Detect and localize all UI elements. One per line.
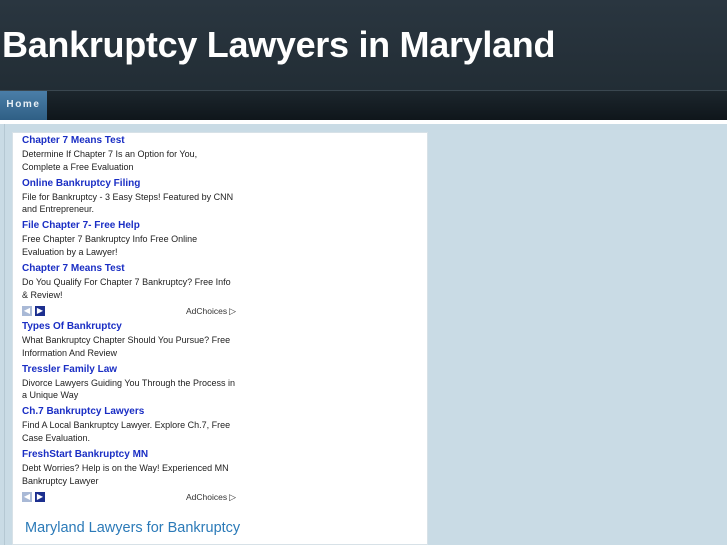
adchoices-icon: ▷ — [229, 491, 236, 502]
ad-footer: ◀ ▶ AdChoices ▷ — [22, 491, 236, 505]
adchoices-label: AdChoices — [185, 491, 228, 502]
adchoices-label: AdChoices — [185, 305, 228, 316]
ad-title-link[interactable]: Types Of Bankruptcy — [22, 320, 242, 333]
nav-item-home[interactable]: Home — [0, 91, 47, 120]
ad-description: Free Chapter 7 Bankruptcy Info Free Onli… — [22, 234, 198, 257]
ad-next-arrow-icon[interactable]: ▶ — [35, 491, 45, 502]
ad-title-link[interactable]: Chapter 7 Means Test — [22, 262, 242, 275]
ad-description: Find A Local Bankruptcy Lawyer. Explore … — [22, 420, 231, 443]
ad-title-link[interactable]: Chapter 7 Means Test — [22, 134, 242, 147]
ad-item: Chapter 7 Means Test Do You Qualify For … — [22, 262, 242, 305]
adchoices-icon: ▷ — [229, 305, 236, 316]
adchoices-link[interactable]: AdChoices ▷ — [186, 305, 236, 317]
ad-unit-1: Chapter 7 Means Test Determine If Chapte… — [22, 134, 242, 319]
ad-description: Do You Qualify For Chapter 7 Bankruptcy?… — [22, 277, 231, 300]
ad-item: FreshStart Bankruptcy MN Debt Worries? H… — [22, 448, 242, 491]
ad-title-link[interactable]: Ch.7 Bankruptcy Lawyers — [22, 405, 242, 418]
main-navigation: Home — [0, 90, 727, 120]
ad-footer: ◀ ▶ AdChoices ▷ — [22, 305, 236, 319]
ad-description: File for Bankruptcy - 3 Easy Steps! Feat… — [22, 191, 234, 215]
ad-title-link[interactable]: Tressler Family Law — [22, 363, 242, 376]
ad-description: Divorce Lawyers Guiding You Through the … — [22, 377, 235, 401]
ad-description: Debt Worries? Help is on the Way! Experi… — [22, 463, 229, 486]
ad-title-link[interactable]: FreshStart Bankruptcy MN — [22, 448, 242, 461]
ad-next-arrow-icon[interactable]: ▶ — [35, 305, 45, 316]
ad-item: Tressler Family Law Divorce Lawyers Guid… — [22, 363, 242, 406]
ad-description: Determine If Chapter 7 Is an Option for … — [22, 149, 198, 172]
section-heading: Maryland Lawyers for Bankruptcy — [25, 520, 241, 536]
ad-description: What Bankruptcy Chapter Should You Pursu… — [22, 335, 231, 358]
adchoices-link[interactable]: AdChoices ▷ — [186, 491, 236, 503]
ad-unit-2: Types Of Bankruptcy What Bankruptcy Chap… — [22, 320, 242, 505]
ad-item: File Chapter 7- Free Help Free Chapter 7… — [22, 219, 242, 262]
ad-item: Chapter 7 Means Test Determine If Chapte… — [22, 134, 242, 177]
ad-item: Online Bankruptcy Filing File for Bankru… — [22, 177, 242, 220]
ad-prev-arrow-icon[interactable]: ◀ — [22, 305, 32, 316]
site-title[interactable]: Bankruptcy Lawyers in Maryland — [2, 24, 555, 66]
ad-title-link[interactable]: Online Bankruptcy Filing — [22, 177, 242, 190]
ad-prev-arrow-icon[interactable]: ◀ — [22, 491, 32, 502]
ad-item: Types Of Bankruptcy What Bankruptcy Chap… — [22, 320, 242, 363]
ad-title-link[interactable]: File Chapter 7- Free Help — [22, 219, 242, 232]
ad-item: Ch.7 Bankruptcy Lawyers Find A Local Ban… — [22, 405, 242, 448]
site-header: Bankruptcy Lawyers in Maryland — [0, 0, 727, 90]
